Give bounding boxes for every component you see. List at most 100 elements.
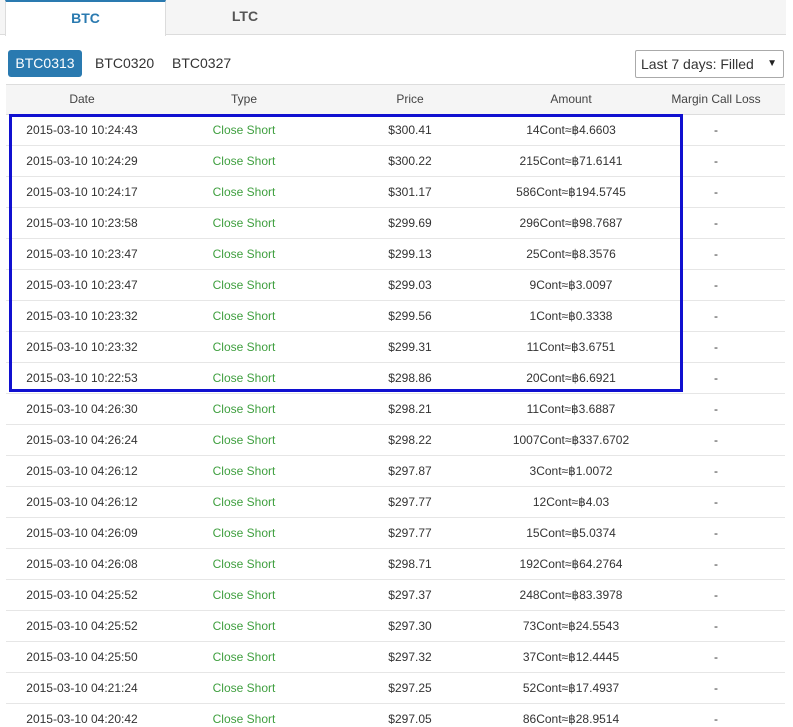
cell-amount: 12Cont≈฿4.03 — [532, 495, 610, 509]
cell-price: $298.22 — [388, 433, 432, 447]
cell-type: Close Short — [212, 247, 276, 261]
header-margin-call-loss: Margin Call Loss — [671, 92, 761, 106]
cell-type: Close Short — [212, 557, 276, 571]
cell-price: $299.69 — [388, 216, 432, 230]
cell-type: Close Short — [212, 309, 276, 323]
cell-type: Close Short — [212, 588, 276, 602]
dropdown-arrow-icon: ▼ — [767, 58, 777, 69]
header-type: Type — [230, 92, 257, 106]
cell-type: Close Short — [212, 526, 276, 540]
header-amount: Amount — [550, 92, 592, 106]
table-row: 2015-03-10 10:23:32 Close Short $299.31 11C… — [6, 332, 785, 363]
tab-btc[interactable]: BTC — [5, 0, 166, 36]
table-row: 2015-03-10 10:24:29 Close Short $300.22 215… — [6, 146, 785, 177]
cell-type: Close Short — [212, 123, 276, 137]
cell-price: $297.87 — [388, 464, 432, 478]
contract-btc0327-button[interactable]: BTC0327 — [162, 50, 241, 77]
cell-price: $297.25 — [388, 681, 432, 695]
table-row: 2015-03-10 04:25:50 Close Short $297.32 37C… — [6, 642, 785, 673]
cell-date: 2015-03-10 04:21:24 — [26, 681, 138, 695]
cell-date: 2015-03-10 10:24:43 — [26, 123, 138, 137]
cell-price: $297.77 — [388, 526, 432, 540]
cell-amount: 52Cont≈฿17.4937 — [522, 681, 620, 695]
table-row: 2015-03-10 10:22:53 Close Short $298.86 20C… — [6, 363, 785, 394]
header-date: Date — [69, 92, 95, 106]
table-header: Date Type Price Amount Margin Call Loss — [6, 84, 785, 115]
cell-margin-call-loss: - — [714, 495, 718, 509]
cell-amount: 3Cont≈฿1.0072 — [529, 464, 613, 478]
cell-price: $297.05 — [388, 712, 432, 726]
table-body: 2015-03-10 10:24:43 Close Short $300.41 14C… — [6, 115, 785, 727]
cell-margin-call-loss: - — [714, 216, 718, 230]
cell-price: $298.71 — [388, 557, 432, 571]
cell-date: 2015-03-10 04:25:52 — [26, 588, 138, 602]
cell-date: 2015-03-10 10:23:32 — [26, 340, 138, 354]
cell-type: Close Short — [212, 712, 276, 726]
tab-ltc[interactable]: LTC — [166, 0, 324, 35]
table-row: 2015-03-10 10:24:43 Close Short $300.41 14C… — [6, 115, 785, 146]
cell-type: Close Short — [212, 216, 276, 230]
cell-margin-call-loss: - — [714, 712, 718, 726]
cell-amount: 15Cont≈฿5.0374 — [526, 526, 616, 540]
cell-amount: 14Cont≈฿4.6603 — [526, 123, 616, 137]
cell-margin-call-loss: - — [714, 402, 718, 416]
contract-btc0313-button[interactable]: BTC0313 — [8, 50, 82, 77]
cell-amount: 37Cont≈฿12.4445 — [522, 650, 620, 664]
cell-margin-call-loss: - — [714, 340, 718, 354]
cell-type: Close Short — [212, 278, 276, 292]
cell-price: $301.17 — [388, 185, 432, 199]
cell-date: 2015-03-10 04:25:52 — [26, 619, 138, 633]
date-filter-select[interactable]: Last 7 days: Filled ▼ — [635, 50, 784, 78]
cell-date: 2015-03-10 10:23:47 — [26, 247, 138, 261]
cell-margin-call-loss: - — [714, 588, 718, 602]
table-row: 2015-03-10 04:26:30 Close Short $298.21 11C… — [6, 394, 785, 425]
instrument-tab-bar: BTC LTC — [0, 0, 786, 36]
cell-price: $300.41 — [388, 123, 432, 137]
cell-price: $299.56 — [388, 309, 432, 323]
cell-date: 2015-03-10 10:23:47 — [26, 278, 138, 292]
cell-margin-call-loss: - — [714, 309, 718, 323]
cell-margin-call-loss: - — [714, 247, 718, 261]
cell-margin-call-loss: - — [714, 185, 718, 199]
cell-margin-call-loss: - — [714, 557, 718, 571]
cell-price: $298.86 — [388, 371, 432, 385]
trade-history-table: Date Type Price Amount Margin Call Loss … — [6, 84, 785, 727]
cell-type: Close Short — [212, 619, 276, 633]
cell-price: $297.37 — [388, 588, 432, 602]
cell-margin-call-loss: - — [714, 278, 718, 292]
table-row: 2015-03-10 10:23:47 Close Short $299.13 25C… — [6, 239, 785, 270]
cell-date: 2015-03-10 04:26:30 — [26, 402, 138, 416]
cell-date: 2015-03-10 10:23:32 — [26, 309, 138, 323]
contract-btc0320-button[interactable]: BTC0320 — [85, 50, 164, 77]
cell-date: 2015-03-10 10:24:17 — [26, 185, 138, 199]
cell-amount: 1007Cont≈฿337.6702 — [512, 433, 630, 447]
cell-margin-call-loss: - — [714, 650, 718, 664]
cell-date: 2015-03-10 04:26:09 — [26, 526, 138, 540]
table-row: 2015-03-10 04:25:52 Close Short $297.30 73C… — [6, 611, 785, 642]
cell-price: $299.03 — [388, 278, 432, 292]
cell-margin-call-loss: - — [714, 464, 718, 478]
cell-amount: 25Cont≈฿8.3576 — [526, 247, 616, 261]
cell-margin-call-loss: - — [714, 371, 718, 385]
cell-amount: 192Cont≈฿64.2764 — [519, 557, 623, 571]
table-row: 2015-03-10 04:25:52 Close Short $297.37 248… — [6, 580, 785, 611]
cell-margin-call-loss: - — [714, 526, 718, 540]
cell-date: 2015-03-10 04:26:12 — [26, 495, 138, 509]
cell-price: $298.21 — [388, 402, 432, 416]
cell-price: $299.13 — [388, 247, 432, 261]
cell-type: Close Short — [212, 340, 276, 354]
cell-amount: 296Cont≈฿98.7687 — [519, 216, 623, 230]
cell-amount: 215Cont≈฿71.6141 — [519, 154, 623, 168]
cell-date: 2015-03-10 04:26:24 — [26, 433, 138, 447]
header-price: Price — [396, 92, 424, 106]
cell-type: Close Short — [212, 402, 276, 416]
cell-amount: 248Cont≈฿83.3978 — [519, 588, 623, 602]
cell-type: Close Short — [212, 154, 276, 168]
table-row: 2015-03-10 10:23:58 Close Short $299.69 296… — [6, 208, 785, 239]
cell-date: 2015-03-10 10:23:58 — [26, 216, 138, 230]
cell-price: $297.32 — [388, 650, 432, 664]
cell-amount: 86Cont≈฿28.9514 — [522, 712, 620, 726]
cell-date: 2015-03-10 04:26:08 — [26, 557, 138, 571]
cell-type: Close Short — [212, 464, 276, 478]
cell-type: Close Short — [212, 433, 276, 447]
